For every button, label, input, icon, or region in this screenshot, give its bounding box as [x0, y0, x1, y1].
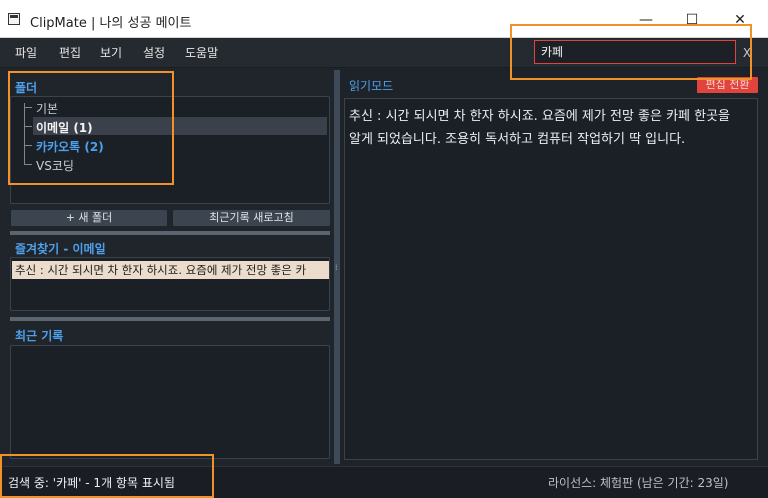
- license-status-text: 라이선스: 체험판 (남은 기간: 23일): [548, 476, 729, 490]
- annotation-box-status: [0, 454, 214, 498]
- menu-help[interactable]: 도움말: [185, 44, 218, 61]
- annotation-box-folders: [8, 71, 174, 185]
- recent-title: 최근 기록: [15, 329, 64, 343]
- menu-edit[interactable]: 편집: [59, 44, 81, 61]
- favorite-item[interactable]: 추신 : 시간 되시면 차 한자 하시죠. 요즘에 제가 전망 좋은 카: [12, 261, 329, 279]
- menu-settings[interactable]: 설정: [143, 44, 165, 61]
- annotation-box-search: [510, 24, 752, 80]
- menu-view[interactable]: 보기: [100, 44, 122, 61]
- window-title: ClipMate | 나의 성공 메이트: [30, 16, 192, 31]
- section-divider: [10, 317, 330, 321]
- read-mode-label: 읽기모드: [349, 79, 394, 93]
- refresh-recent-button[interactable]: 최근기록 새로고침: [173, 210, 330, 226]
- menu-file[interactable]: 파일: [15, 44, 37, 61]
- favorites-title: 즐겨찾기 - 이메일: [15, 242, 106, 256]
- content-viewer[interactable]: [344, 98, 758, 460]
- section-divider: [10, 231, 330, 235]
- clip-content-text: 추신 : 시간 되시면 차 한자 하시죠. 요즘에 제가 전망 좋은 카페 한곳…: [349, 109, 731, 147]
- app-window-icon: [8, 13, 20, 25]
- new-folder-button[interactable]: + 새 폴더: [11, 210, 167, 226]
- recent-list: [10, 345, 330, 459]
- splitter-grip-icon: ⁞: [335, 263, 338, 272]
